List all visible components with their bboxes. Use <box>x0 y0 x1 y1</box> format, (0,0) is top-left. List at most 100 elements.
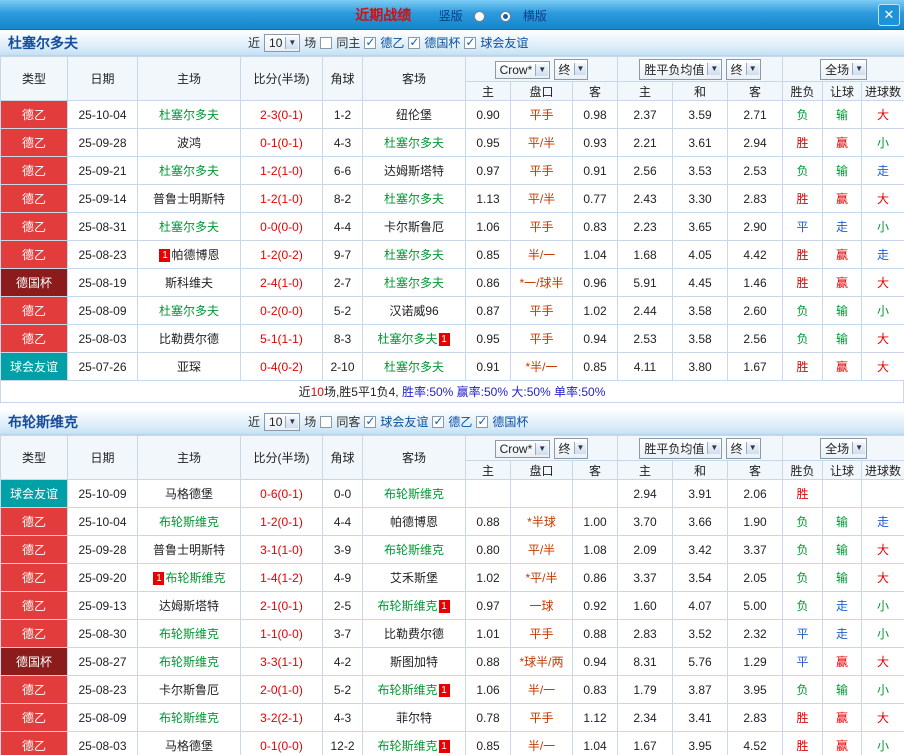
scope-select[interactable]: 全场▼ <box>820 59 867 80</box>
odds-away-value: 1.08 <box>573 536 618 564</box>
home-team-name[interactable]: 杜塞尔多夫 <box>159 304 219 318</box>
home-team-name[interactable]: 马格德堡 <box>165 487 213 501</box>
away-team-name[interactable]: 布轮斯维克 <box>377 739 437 753</box>
away-team-name[interactable]: 杜塞尔多夫 <box>384 248 444 262</box>
chevron-down-icon: ▼ <box>852 63 865 75</box>
away-team-name[interactable]: 杜塞尔多夫 <box>384 360 444 374</box>
red-card-badge: 1 <box>439 600 450 613</box>
col-corners: 角球 <box>323 57 363 101</box>
vertical-layout-radio[interactable] <box>474 11 485 22</box>
avg-select[interactable]: 胜平负均值▼ <box>639 438 722 459</box>
league-checkbox-friendly[interactable] <box>464 37 476 49</box>
avg-draw-value: 4.07 <box>673 592 728 620</box>
bookmaker-select[interactable]: Crow*▼ <box>495 440 551 458</box>
odds-home-value: 0.95 <box>466 325 511 353</box>
home-team-name[interactable]: 比勒费尔德 <box>159 332 219 346</box>
scope-select[interactable]: 全场▼ <box>820 438 867 459</box>
home-team-name[interactable]: 帕德博恩 <box>171 248 219 262</box>
home-team-name[interactable]: 布轮斯维克 <box>159 627 219 641</box>
away-team-name[interactable]: 杜塞尔多夫 <box>384 276 444 290</box>
result-goals: 大 <box>862 536 904 564</box>
away-team-cell: 斯图加特 <box>363 648 466 676</box>
result-wdl: 负 <box>783 676 823 704</box>
scope-group-header: 全场▼ <box>783 57 904 82</box>
away-team-name[interactable]: 杜塞尔多夫 <box>384 192 444 206</box>
away-team-name[interactable]: 布轮斯维克 <box>384 543 444 557</box>
avg-draw-value: 3.58 <box>673 325 728 353</box>
home-team-name[interactable]: 波鸿 <box>177 136 201 150</box>
away-team-name[interactable]: 帕德博恩 <box>390 515 438 529</box>
away-team-name[interactable]: 菲尔特 <box>396 711 432 725</box>
avg-draw-value: 4.45 <box>673 269 728 297</box>
bookmaker-select[interactable]: Crow*▼ <box>495 61 551 79</box>
away-team-name[interactable]: 杜塞尔多夫 <box>384 136 444 150</box>
result-goals: 小 <box>862 676 904 704</box>
home-team-name[interactable]: 杜塞尔多夫 <box>159 164 219 178</box>
match-count-select[interactable]: 10▼ <box>264 413 300 431</box>
odds-stage-select[interactable]: 终▼ <box>554 59 589 80</box>
away-team-name[interactable]: 纽伦堡 <box>396 108 432 122</box>
away-team-name[interactable]: 汉诺威96 <box>389 304 438 318</box>
avg-select[interactable]: 胜平负均值▼ <box>639 59 722 80</box>
odds-stage-value: 终 <box>559 440 571 457</box>
result-goals <box>862 480 904 508</box>
league-checkbox-de2[interactable] <box>364 37 376 49</box>
league-checkbox-de2[interactable] <box>432 416 444 428</box>
home-team-name[interactable]: 布轮斯维克 <box>159 711 219 725</box>
away-team-cell: 艾禾斯堡 <box>363 564 466 592</box>
home-team-name[interactable]: 布轮斯维克 <box>165 571 225 585</box>
away-team-name[interactable]: 杜塞尔多夫 <box>377 332 437 346</box>
home-team-name[interactable]: 斯科维夫 <box>165 276 213 290</box>
odds-stage-select[interactable]: 终▼ <box>554 438 589 459</box>
odds-home-value: 0.97 <box>466 157 511 185</box>
chevron-down-icon: ▼ <box>574 442 587 454</box>
same-venue-checkbox[interactable] <box>320 416 332 428</box>
match-score: 2-0(1-0) <box>241 676 323 704</box>
away-team-name[interactable]: 布轮斯维克 <box>384 487 444 501</box>
away-team-name[interactable]: 布轮斯维克 <box>377 683 437 697</box>
home-team-name[interactable]: 卡尔斯鲁厄 <box>159 683 219 697</box>
away-team-name[interactable]: 比勒费尔德 <box>384 627 444 641</box>
avg-away-value: 1.67 <box>728 353 783 381</box>
league-checkbox-cup[interactable] <box>476 416 488 428</box>
match-count-select[interactable]: 10▼ <box>264 34 300 52</box>
avg-draw-value: 3.54 <box>673 564 728 592</box>
away-team-name[interactable]: 斯图加特 <box>390 655 438 669</box>
away-team-cell: 菲尔特 <box>363 704 466 732</box>
avg-home-value: 1.60 <box>618 592 673 620</box>
league-badge: 德乙 <box>1 536 68 564</box>
corners-value: 5-2 <box>323 297 363 325</box>
home-team-name[interactable]: 布轮斯维克 <box>159 655 219 669</box>
col-away: 客场 <box>363 436 466 480</box>
col-date: 日期 <box>68 57 138 101</box>
summary-segment: 胜率:50% <box>402 383 457 400</box>
avg-stage-select[interactable]: 终▼ <box>726 438 761 459</box>
odds-group-header: Crow*▼ 终▼ <box>466 57 618 82</box>
handicap-line-value: *半球 <box>511 508 573 536</box>
home-team-name[interactable]: 布轮斯维克 <box>159 515 219 529</box>
same-venue-checkbox[interactable] <box>320 37 332 49</box>
away-team-name[interactable]: 达姆斯塔特 <box>384 164 444 178</box>
avg-stage-select[interactable]: 终▼ <box>726 59 761 80</box>
home-team-name[interactable]: 杜塞尔多夫 <box>159 220 219 234</box>
home-team-name[interactable]: 亚琛 <box>177 360 201 374</box>
result-handicap: 输 <box>823 676 862 704</box>
league-badge: 德乙 <box>1 564 68 592</box>
league-badge: 德乙 <box>1 185 68 213</box>
away-team-name[interactable]: 艾禾斯堡 <box>390 571 438 585</box>
home-team-name[interactable]: 杜塞尔多夫 <box>159 108 219 122</box>
home-team-cell: 斯科维夫 <box>138 269 241 297</box>
away-team-name[interactable]: 卡尔斯鲁厄 <box>384 220 444 234</box>
away-team-name[interactable]: 布轮斯维克 <box>377 599 437 613</box>
home-team-name[interactable]: 普鲁士明斯特 <box>153 192 225 206</box>
home-team-name[interactable]: 普鲁士明斯特 <box>153 543 225 557</box>
league-checkbox-friendly[interactable] <box>364 416 376 428</box>
home-team-name[interactable]: 达姆斯塔特 <box>159 599 219 613</box>
close-button[interactable]: ✕ <box>878 4 900 26</box>
avg-home-value: 2.56 <box>618 157 673 185</box>
col-odds-line: 盘口 <box>511 82 573 101</box>
league-checkbox-cup[interactable] <box>408 37 420 49</box>
horizontal-layout-radio[interactable] <box>500 11 511 22</box>
home-team-name[interactable]: 马格德堡 <box>165 739 213 753</box>
match-score: 2-4(1-0) <box>241 269 323 297</box>
